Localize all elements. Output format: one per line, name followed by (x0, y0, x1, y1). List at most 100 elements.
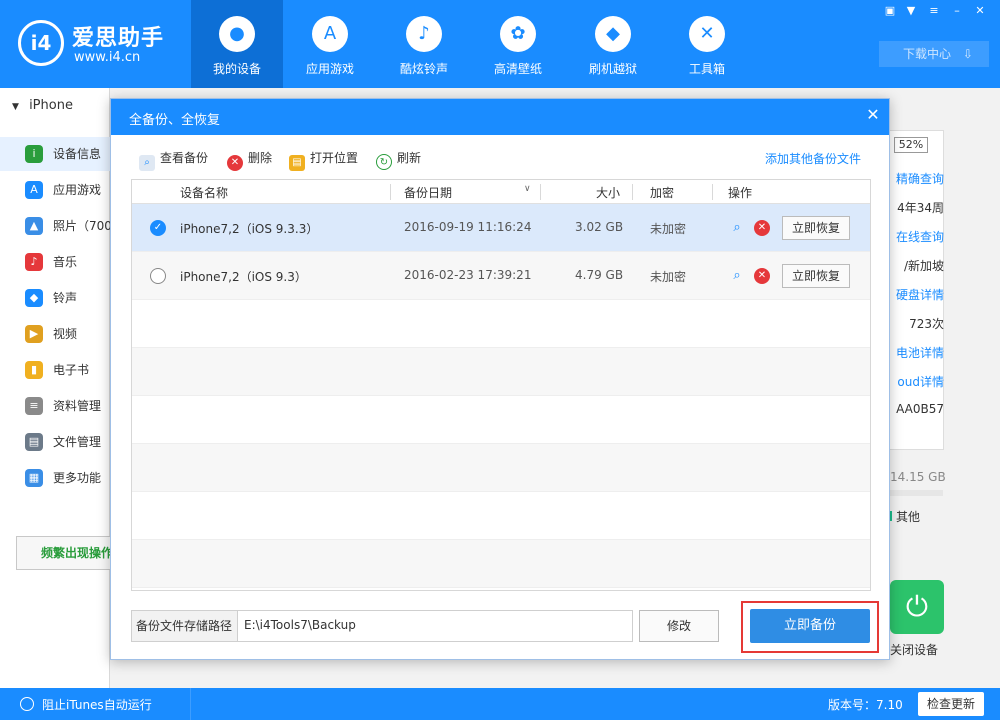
menu-icon[interactable]: ≡ (926, 4, 942, 18)
sidebar-item-grid[interactable]: ▦ 更多功能 (0, 461, 110, 495)
refresh-button[interactable]: ↻ 刷新 (376, 149, 421, 170)
status-bar: 阻止iTunes自动运行 版本号：7.10 检查更新 (0, 688, 1000, 720)
nav-label: 酷炫铃声 (399, 62, 448, 76)
column-encrypt[interactable]: 加密 (650, 184, 674, 201)
minimize-icon[interactable]: – (949, 4, 965, 18)
row-date: 2016-09-19 11:16:24 (404, 220, 532, 234)
sidebar-item-label: 电子书 (53, 363, 90, 377)
table-header: 设备名称 备份日期 ∨ 大小 加密 操作 (132, 180, 870, 204)
sidebar-item-label: 铃声 (53, 291, 78, 305)
bell-icon: ◆ (25, 289, 43, 307)
backup-restore-dialog: 全备份、全恢复 ✕ ⌕ 查看备份 ✕ 删除 ▤ 打开位置 ↻ 刷新 添加其他备份文件 设… (110, 98, 890, 660)
nav-ringtones[interactable]: ♪ 酷炫铃声 (378, 0, 470, 88)
skin-icon[interactable]: ▼ (903, 4, 919, 18)
row-encrypt: 未加密 (650, 222, 687, 236)
view-backup-icon[interactable]: ⌕ (728, 219, 746, 237)
row-size: 4.79 GB (575, 268, 624, 282)
device-selector[interactable]: ▼ iPhone (0, 98, 110, 120)
sidebar-item-contacts[interactable]: ≡ 资料管理 (0, 389, 110, 423)
backup-now-button[interactable]: 立即备份 (750, 609, 870, 643)
table-row[interactable]: ✓ iPhone7,2（iOS 9.3.3） 2016-09-19 11:16:… (132, 204, 870, 252)
chevron-down-icon: ▼ (12, 102, 19, 112)
sidebar-item-video[interactable]: ▶ 视频 (0, 317, 110, 351)
open-location-button[interactable]: ▤ 打开位置 (289, 149, 359, 171)
online-query-link[interactable]: 在线查询 (888, 228, 944, 245)
sidebar-item-folder[interactable]: ▤ 文件管理 (0, 425, 110, 459)
shutdown-button[interactable]: ⏻ (890, 580, 944, 634)
nav-my-device[interactable]: ● 我的设备 (191, 0, 283, 88)
app-store-icon: A (25, 181, 43, 199)
restore-now-button[interactable]: 立即恢复 (782, 264, 850, 288)
column-name[interactable]: 设备名称 (180, 184, 228, 201)
legend-other: 其他 (888, 508, 920, 525)
table-row[interactable]: iPhone7,2（iOS 9.3） 2016-02-23 17:39:21 4… (132, 252, 870, 300)
empty-row (132, 492, 870, 540)
device-name: iPhone (29, 98, 73, 113)
sidebar-item-label: 照片（700 (53, 219, 110, 233)
row-radio-selected[interactable]: ✓ (150, 220, 166, 236)
sidebar-item-info[interactable]: i 设备信息 (0, 137, 110, 171)
row-radio[interactable] (150, 268, 166, 284)
nav-label: 工具箱 (688, 62, 725, 76)
warranty-link[interactable]: 精确查询 (888, 170, 944, 187)
column-date[interactable]: 备份日期 (404, 184, 452, 201)
view-backup-button[interactable]: ⌕ 查看备份 (139, 149, 208, 171)
folder-icon: ▤ (25, 433, 43, 451)
column-ops: 操作 (728, 186, 753, 200)
sidebar-item-photo[interactable]: ▲ 照片（700 (0, 209, 110, 243)
nav-toolbox[interactable]: ✕ 工具箱 (661, 0, 753, 88)
sidebar-item-label: 资料管理 (53, 399, 102, 413)
itunes-block-toggle[interactable] (20, 697, 34, 711)
download-center-button[interactable]: 下载中心 ⇩ (879, 41, 989, 67)
sort-chevron-icon[interactable]: ∨ (524, 184, 531, 194)
row-date: 2016-02-23 17:39:21 (404, 268, 532, 282)
legend-other-label: 其他 (896, 510, 921, 524)
sidebar-item-app-store[interactable]: A 应用游戏 (0, 173, 110, 207)
backup-path-field: 备份文件存储路径 E:\i4Tools7\Backup (131, 610, 633, 642)
modify-path-button[interactable]: 修改 (639, 610, 719, 642)
check-update-button[interactable]: 检查更新 (918, 692, 984, 716)
disk-details-link[interactable]: 硬盘详情 (888, 286, 944, 303)
battery-details-link[interactable]: 电池详情 (888, 344, 944, 361)
dialog-title-bar: 全备份、全恢复 ✕ (111, 99, 889, 135)
backup-path-input[interactable]: E:\i4Tools7\Backup (244, 618, 356, 632)
column-size[interactable]: 大小 (596, 184, 620, 201)
sidebar-item-music[interactable]: ♪ 音乐 (0, 245, 110, 279)
sidebar-item-label: 音乐 (53, 255, 78, 269)
view-backup-icon[interactable]: ⌕ (728, 267, 746, 285)
nav-apps-games[interactable]: A 应用游戏 (284, 0, 376, 88)
itunes-block-label[interactable]: 阻止iTunes自动运行 (42, 696, 152, 713)
feedback-icon[interactable]: ▣ (882, 4, 898, 18)
sidebar-item-label: 设备信息 (53, 147, 102, 161)
sidebar-item-book[interactable]: ▮ 电子书 (0, 353, 110, 387)
restore-now-button[interactable]: 立即恢复 (782, 216, 850, 240)
info-icon: i (25, 145, 43, 163)
delete-button[interactable]: ✕ 删除 (227, 149, 272, 171)
icloud-details-link[interactable]: oud详情 (888, 373, 944, 390)
nav-label: 高清壁纸 (493, 62, 542, 76)
nav-wallpapers[interactable]: ✿ 高清壁纸 (472, 0, 564, 88)
nav-label: 应用游戏 (305, 62, 354, 76)
sidebar-item-label: 视频 (53, 327, 78, 341)
refresh-icon: ↻ (376, 154, 392, 170)
brand-name: 爱思助手 (72, 26, 165, 51)
storage-total: 14.15 GB (890, 470, 946, 484)
divider (190, 688, 191, 720)
empty-row (132, 348, 870, 396)
nav-flash-jailbreak[interactable]: ◆ 刷机越狱 (567, 0, 659, 88)
add-other-backup-link[interactable]: 添加其他备份文件 (765, 150, 861, 167)
column-divider (632, 184, 633, 200)
video-icon: ▶ (25, 325, 43, 343)
book-icon: ▮ (25, 361, 43, 379)
production-week: 4年34周 (897, 201, 944, 215)
close-icon[interactable]: ✕ (972, 4, 988, 18)
open-location-label: 打开位置 (310, 151, 359, 165)
dialog-close-icon[interactable]: ✕ (863, 105, 883, 125)
app-logo: i4 (18, 20, 64, 66)
empty-row (132, 300, 870, 348)
contacts-icon: ≡ (25, 397, 43, 415)
delete-icon[interactable]: ✕ (754, 268, 770, 284)
sidebar-item-bell[interactable]: ◆ 铃声 (0, 281, 110, 315)
delete-icon[interactable]: ✕ (754, 220, 770, 236)
column-divider (540, 184, 541, 200)
